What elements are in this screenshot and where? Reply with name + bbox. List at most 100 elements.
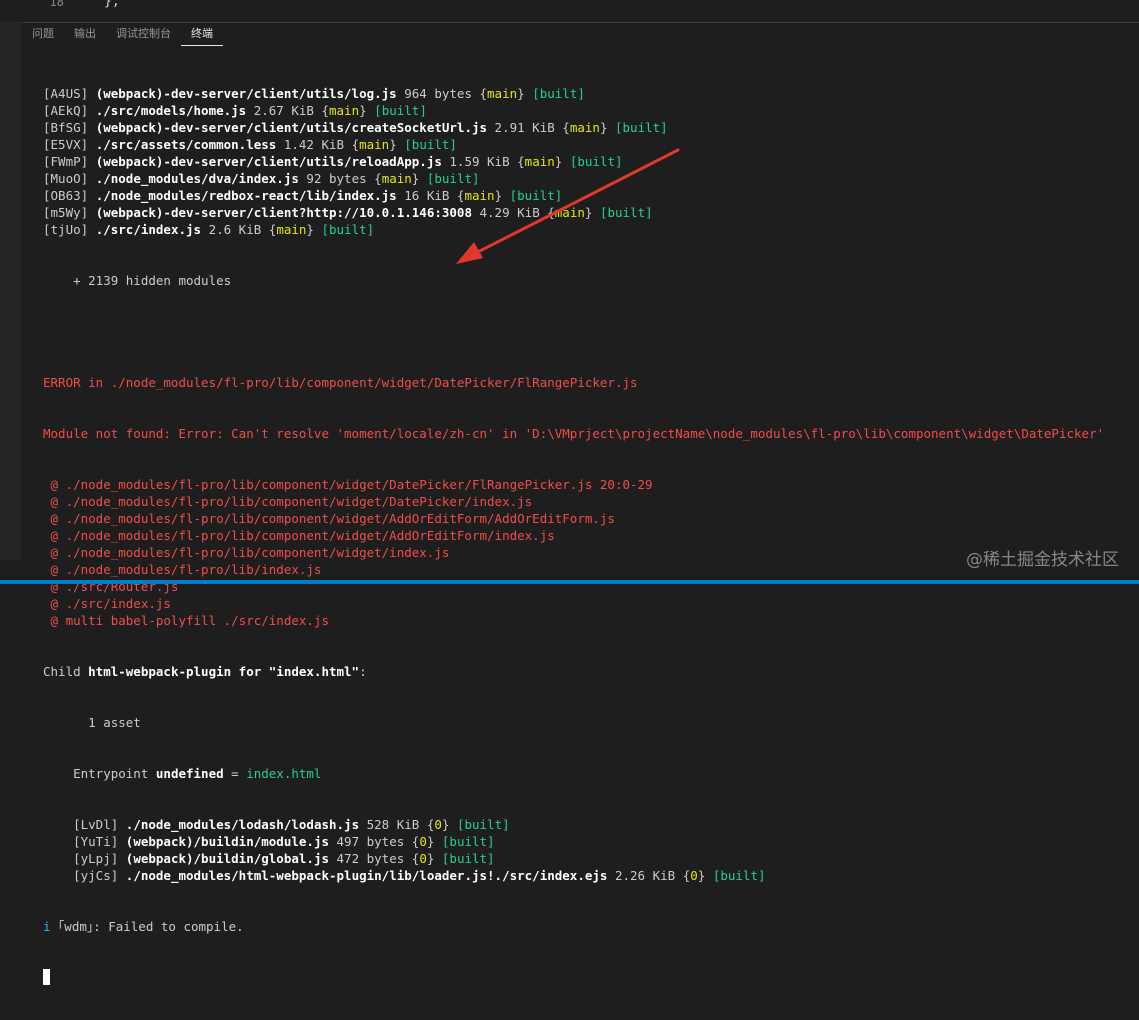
stack-trace-line: @ ./node_modules/fl-pro/lib/component/wi… [43, 494, 533, 509]
module-status: [built] [599, 205, 653, 220]
module-size: 2.26 KiB { [607, 868, 691, 883]
tab-debug-console[interactable]: 调试控制台 [106, 23, 181, 46]
module-chunk: main [359, 137, 390, 152]
module-id: [A4US] [43, 86, 96, 101]
module-status: [built] [374, 103, 427, 118]
module-brace: } [584, 205, 600, 220]
module-size: 472 bytes { [329, 851, 420, 866]
panel-tabs: 问题 输出 调试控制台 终端 [22, 23, 223, 47]
module-brace: } [359, 103, 375, 118]
module-chunk: 0 [434, 817, 442, 832]
module-path: ./src/index.js [95, 222, 202, 237]
module-brace: } [306, 222, 322, 237]
module-status: [built] [441, 851, 495, 866]
module-row: [m5Wy] (webpack)-dev-server/client?http:… [43, 204, 1135, 221]
module-path: (webpack)-dev-server/client/utils/reload… [95, 154, 442, 169]
entrypoint-file: index.html [246, 766, 322, 781]
module-status: [built] [509, 188, 563, 203]
hidden-modules-line: + 2139 hidden modules [43, 273, 232, 288]
module-path: (webpack)-dev-server/client?http://10.0.… [95, 205, 472, 220]
module-size: 1.42 KiB { [276, 137, 360, 152]
module-brace: } [426, 834, 442, 849]
terminal-output[interactable]: [A4US] (webpack)-dev-server/client/utils… [43, 51, 1135, 1020]
child-line: Child html-webpack-plugin for "index.htm… [43, 663, 1135, 680]
module-chunk: 0 [419, 834, 427, 849]
tab-terminal[interactable]: 终端 [181, 23, 223, 46]
child-name: html-webpack-plugin for "index.html" [88, 664, 360, 679]
module-chunk: main [381, 171, 412, 186]
module-row: [OB63] ./node_modules/redbox-react/lib/i… [43, 187, 1135, 204]
module-id: [BfSG] [43, 120, 96, 135]
bottom-panel: 问题 输出 调试控制台 终端 [A4US] (webpack)-dev-serv… [22, 22, 1139, 985]
child-module-row: [yLpj] (webpack)/buildin/global.js 472 b… [43, 850, 1135, 867]
module-status: [built] [569, 154, 623, 169]
editor-area[interactable]: 18 }, [0, 0, 1139, 22]
module-path: ./src/models/home.js [95, 103, 247, 118]
entrypoint-prefix: Entrypoint [43, 766, 156, 781]
module-size: 1.59 KiB { [441, 154, 525, 169]
module-brace: } [494, 188, 510, 203]
stack-trace-line: @ multi babel-polyfill ./src/index.js [43, 613, 329, 628]
entrypoint-eq: = [223, 766, 247, 781]
module-id: [m5Wy] [43, 205, 96, 220]
module-path: ./node_modules/lodash/lodash.js [125, 817, 360, 832]
module-row: [tjUo] ./src/index.js 2.6 KiB {main} [bu… [43, 221, 1135, 238]
status-bar [0, 580, 1139, 584]
module-chunk: main [329, 103, 360, 118]
module-size: 2.67 KiB { [246, 103, 329, 118]
child-module-row: [YuTi] (webpack)/buildin/module.js 497 b… [43, 833, 1135, 850]
module-chunk: main [554, 205, 585, 220]
module-chunk: main [569, 120, 600, 135]
module-size: 16 KiB { [396, 188, 465, 203]
asset-count-line: 1 asset [43, 715, 141, 730]
module-row: [A4US] (webpack)-dev-server/client/utils… [43, 85, 1135, 102]
module-brace: } [697, 868, 713, 883]
module-size: 4.29 KiB { [471, 205, 555, 220]
module-id: [FWmP] [43, 154, 96, 169]
module-id: [E5VX] [43, 137, 96, 152]
stack-trace-line: @ ./node_modules/fl-pro/lib/component/wi… [43, 477, 653, 492]
module-size: 92 bytes { [298, 171, 382, 186]
module-brace: } [517, 86, 533, 101]
module-row: [E5VX] ./src/assets/common.less 1.42 KiB… [43, 136, 1135, 153]
module-brace: } [426, 851, 442, 866]
tab-output[interactable]: 输出 [64, 23, 106, 46]
module-size: 2.6 KiB { [201, 222, 277, 237]
module-chunk: 0 [690, 868, 698, 883]
module-row: [BfSG] (webpack)-dev-server/client/utils… [43, 119, 1135, 136]
wdm-line: i ｢wdm｣: Failed to compile. [43, 918, 1135, 935]
code-line[interactable]: }, [104, 0, 120, 10]
module-row: [FWmP] (webpack)-dev-server/client/utils… [43, 153, 1135, 170]
module-path: (webpack)/buildin/module.js [125, 834, 329, 849]
module-id: [LvDl] [73, 817, 126, 832]
activity-gutter [0, 22, 23, 560]
module-chunk: main [487, 86, 518, 101]
module-size: 497 bytes { [329, 834, 420, 849]
module-status: [built] [712, 868, 766, 883]
module-status: [built] [404, 137, 457, 152]
module-id: [AEkQ] [43, 103, 96, 118]
module-path: ./node_modules/dva/index.js [95, 171, 299, 186]
module-row: [MuoO] ./node_modules/dva/index.js 92 by… [43, 170, 1135, 187]
prompt-line[interactable] [43, 969, 1135, 986]
terminal-cursor [43, 969, 50, 985]
module-path: ./node_modules/html-webpack-plugin/lib/l… [125, 868, 608, 883]
wdm-tag: ｢wdm｣ [50, 919, 94, 934]
module-chunk: main [524, 154, 555, 169]
module-id: [MuoO] [43, 171, 96, 186]
module-path: (webpack)-dev-server/client/utils/log.js [95, 86, 397, 101]
module-size: 528 KiB { [359, 817, 435, 832]
tab-problems[interactable]: 问题 [22, 23, 64, 46]
module-chunk: 0 [419, 851, 427, 866]
module-path: (webpack)/buildin/global.js [125, 851, 329, 866]
child-module-row: [LvDl] ./node_modules/lodash/lodash.js 5… [43, 816, 1135, 833]
module-status: [built] [441, 834, 495, 849]
module-status: [built] [615, 120, 668, 135]
entrypoint-line: Entrypoint undefined = index.html [43, 765, 1135, 782]
module-id: [OB63] [43, 188, 96, 203]
stack-trace-line: @ ./src/index.js [43, 596, 171, 611]
